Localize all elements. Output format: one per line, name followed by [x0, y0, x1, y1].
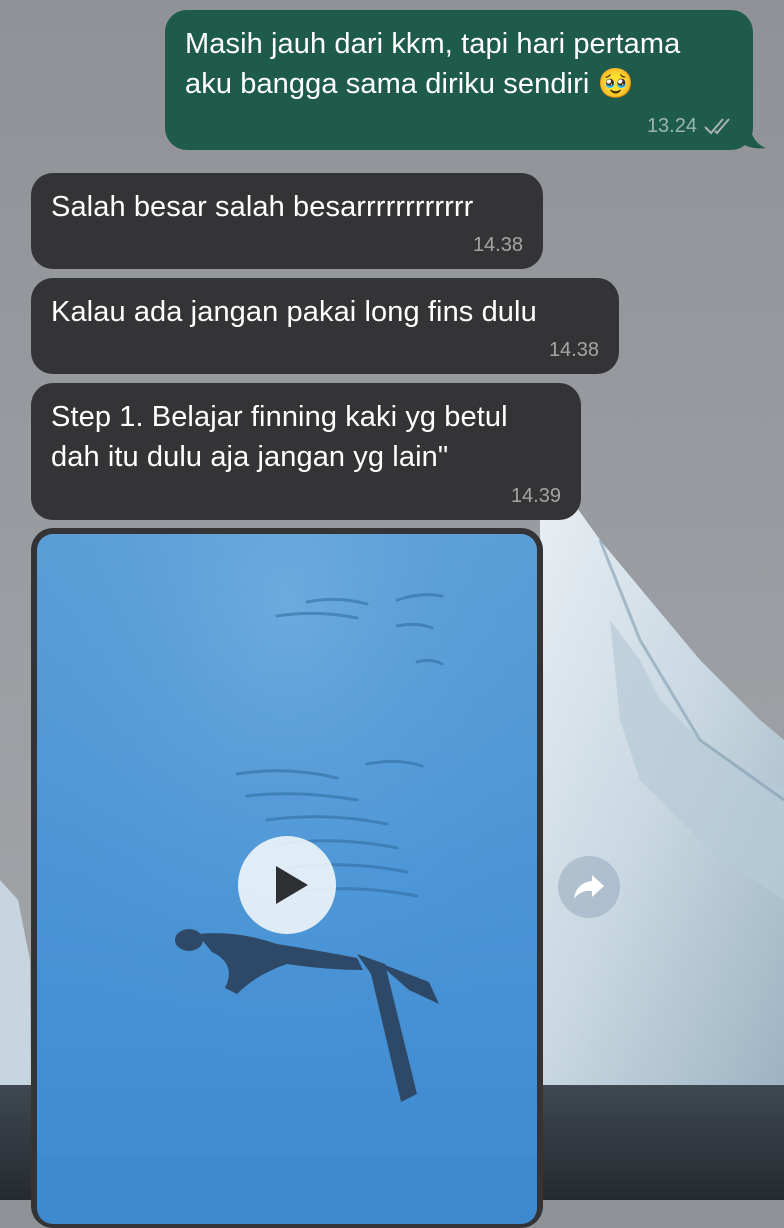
message-time: 14.38 [548, 339, 599, 361]
message-time: 13.24 [646, 115, 697, 137]
message-meta: 14.39 [511, 484, 561, 508]
message-text: Salah besar salah besarrrrrrrrrrrr [51, 191, 474, 223]
bubble-tail-icon [740, 128, 766, 149]
message-time: 14.39 [510, 485, 561, 507]
read-checkmarks-icon [704, 118, 730, 135]
forward-icon [574, 875, 604, 899]
message-time: 14.38 [472, 234, 523, 256]
message-bubble-incoming[interactable]: Kalau ada jangan pakai long fins dulu 14… [31, 278, 619, 374]
message-meta: 13.24 [647, 114, 733, 138]
play-button[interactable] [238, 836, 336, 934]
message-bubble-incoming[interactable]: Step 1. Belajar finning kaki yg betul da… [31, 383, 581, 520]
message-meta: 14.38 [473, 233, 523, 257]
pleading-face-emoji: 🥹 [597, 68, 634, 100]
play-icon [276, 866, 308, 904]
message-text: Step 1. Belajar finning kaki yg betul da… [51, 401, 508, 473]
message-bubble-outgoing[interactable]: Masih jauh dari kkm, tapi hari pertama a… [165, 10, 753, 150]
message-meta: 14.38 [549, 338, 599, 362]
forward-button[interactable] [558, 856, 620, 918]
message-text: Masih jauh dari kkm, tapi hari pertama a… [185, 28, 681, 100]
message-text: Kalau ada jangan pakai long fins dulu [51, 296, 537, 328]
message-bubble-incoming[interactable]: Salah besar salah besarrrrrrrrrrrr 14.38 [31, 173, 543, 269]
